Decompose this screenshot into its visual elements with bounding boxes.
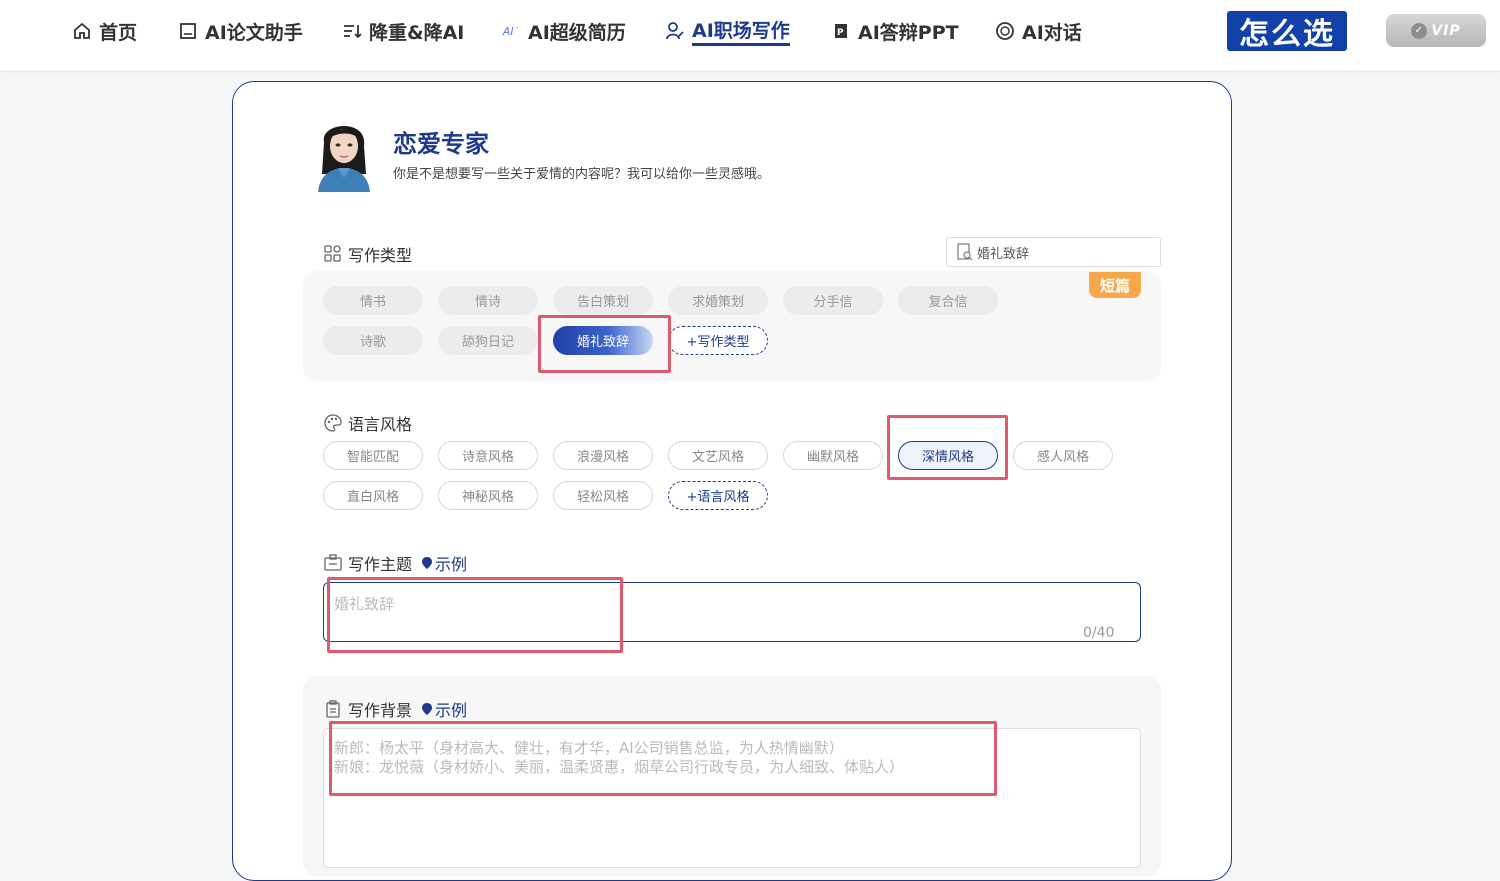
expert-avatar [312,112,376,192]
nav-workplace-writing[interactable]: AI职场写作 [664,16,790,46]
ppt-icon: P [830,20,852,42]
nav-label: AI职场写作 [692,16,790,46]
pin-icon [422,703,433,715]
type-chip[interactable]: 求婚策划 [668,286,768,315]
nav-paper-assistant[interactable]: AI论文助手 [177,16,303,46]
style-chip[interactable]: 智能匹配 [323,441,423,470]
topic-example-link[interactable]: 示例 [422,551,467,575]
type-chip[interactable]: 告白策划 [553,286,653,315]
ai-icon: AI˙ [502,24,520,38]
type-chip[interactable]: 诗歌 [323,326,423,355]
type-chip[interactable]: 情诗 [438,286,538,315]
clipboard-icon [324,700,342,718]
vip-label: VIP [1431,22,1461,39]
style-chip[interactable]: 直白风格 [323,481,423,510]
sort-icon [341,20,363,42]
user-edit-icon [664,20,686,42]
chat-icon [994,20,1016,42]
topic-input[interactable]: 婚礼致辞 [323,582,1141,642]
background-textarea[interactable]: 新郎：杨太平（身材高大、健壮，有才华，AI公司销售总监，为人热情幽默） 新娘：龙… [323,728,1141,868]
placeholder-line: 新郎：杨太平（身材高大、健壮，有才华，AI公司销售总监，为人热情幽默） [334,739,844,757]
style-chip[interactable]: 文艺风格 [668,441,768,470]
document-icon [177,20,199,42]
topic-icon [324,554,342,572]
vip-icon: ✓ [1411,22,1428,39]
nav-label: AI对话 [1022,21,1082,44]
search-value: 婚礼致辞 [977,246,1030,262]
short-badge: 短篇 [1089,272,1141,298]
style-chip[interactable]: 浪漫风格 [553,441,653,470]
type-chip[interactable]: 复合信 [898,286,998,315]
section-title: 写作类型 [348,246,413,265]
svg-text:P: P [837,28,844,38]
expert-title: 恋爱专家 [393,130,489,158]
style-chip[interactable]: 神秘风格 [438,481,538,510]
vip-button[interactable]: ✓ VIP [1386,14,1486,47]
writing-topic-label: 写作主题 示例 [324,551,467,575]
language-style-label: 语言风格 [324,411,412,435]
style-chip[interactable]: 感人风格 [1013,441,1113,470]
section-title: 语言风格 [348,415,413,434]
example-label: 示例 [435,701,468,720]
nav-chat[interactable]: AI对话 [994,16,1082,46]
nav-label: AI论文助手 [205,21,303,44]
style-chip-selected[interactable]: 深情风格 [898,441,998,470]
nav-label: AI超级简历 [528,21,626,44]
search-doc-icon [957,243,973,261]
nav-label: 首页 [99,21,138,44]
placeholder-line: 新娘：龙悦薇（身材娇小、美丽，温柔贤惠，烟草公司行政专员，为人细致、体贴人） [334,758,905,776]
nav-label: AI答辩PPT [858,21,959,44]
grid-icon [324,245,342,263]
writing-background-label: 写作背景 示例 [324,697,467,721]
type-chip-selected[interactable]: 婚礼致辞 [553,326,653,355]
nav-label: 降重&降AI [369,21,465,44]
style-chip[interactable]: 幽默风格 [783,441,883,470]
style-chip[interactable]: 轻松风格 [553,481,653,510]
style-chip[interactable]: 诗意风格 [438,441,538,470]
expert-description: 你是不是想要写一些关于爱情的内容呢？我可以给你一些灵感哦。 [393,167,771,182]
nav-ppt[interactable]: P AI答辩PPT [830,16,959,46]
add-writing-type-button[interactable]: +写作类型 [668,326,768,355]
home-icon [71,20,93,42]
pin-icon [422,557,433,569]
top-navbar: 首页 AI论文助手 降重&降AI AI˙ AI超级简历 AI职场写作 P AI答… [0,0,1500,70]
example-label: 示例 [435,555,468,574]
nav-home[interactable]: 首页 [71,16,137,46]
background-example-link[interactable]: 示例 [422,697,467,721]
brand-logo[interactable]: 怎么选 [1227,11,1347,52]
type-chip[interactable]: 情书 [323,286,423,315]
nav-plagiarism-reduce[interactable]: 降重&降AI [341,16,464,46]
writing-type-search[interactable]: 婚礼致辞 [946,237,1161,267]
type-chip[interactable]: 分手信 [783,286,883,315]
palette-icon [324,414,342,432]
topic-char-counter: 0/40 [1083,625,1115,641]
section-title: 写作主题 [348,555,413,574]
section-title: 写作背景 [348,701,413,720]
writing-type-label: 写作类型 [324,242,412,266]
add-language-style-button[interactable]: +语言风格 [668,481,768,510]
type-chip[interactable]: 舔狗日记 [438,326,538,355]
nav-resume[interactable]: AI˙ AI超级简历 [500,16,626,46]
